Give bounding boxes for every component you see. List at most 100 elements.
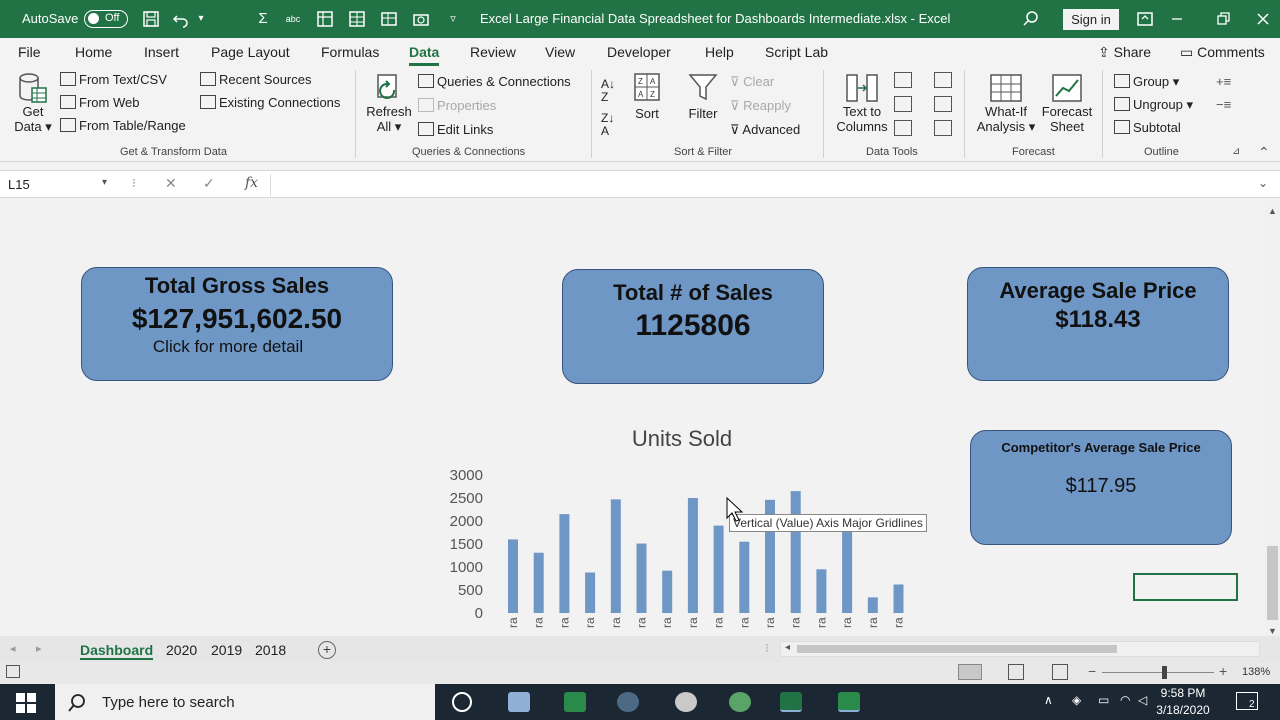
tab-view[interactable]: View (545, 44, 575, 60)
data-validation-icon[interactable] (894, 120, 912, 136)
tab-developer[interactable]: Developer (607, 44, 671, 60)
data-model-icon[interactable] (934, 120, 952, 136)
steam-icon[interactable] (617, 692, 639, 712)
refresh-all-button[interactable]: Refresh All ▾ (366, 72, 412, 135)
taskbar-search-box[interactable]: Type here to search (55, 684, 435, 720)
formula-bar-handle-icon[interactable]: ⁝ (132, 176, 136, 190)
sort-ascending-button[interactable]: A↓ Z (601, 78, 615, 104)
name-box[interactable]: L15 (4, 174, 114, 196)
notifications-icon[interactable]: 2 (1236, 692, 1258, 710)
gross-sales-card[interactable]: Total Gross Sales $127,951,602.50 Click … (81, 267, 393, 381)
from-text-csv-button[interactable]: From Text/CSV (60, 72, 167, 87)
sheet-view-icon[interactable] (380, 10, 398, 28)
new-sheet-icon[interactable]: + (318, 641, 336, 659)
tab-script-lab[interactable]: Script Lab (765, 44, 828, 60)
properties-button[interactable]: Properties (418, 98, 496, 113)
restore-icon[interactable] (1214, 10, 1232, 28)
filter-button[interactable]: Filter (684, 72, 722, 121)
avg-price-card[interactable]: Average Sale Price $118.43 (967, 267, 1229, 381)
network-icon[interactable]: ◠ (1120, 693, 1130, 707)
tab-formulas[interactable]: Formulas (321, 44, 379, 60)
ungroup-button[interactable]: Ungroup ▾ (1114, 97, 1193, 113)
scroll-tabs-right-icon[interactable]: ▸ (36, 642, 42, 655)
worksheet-area[interactable]: Total Gross Sales $127,951,602.50 Click … (0, 200, 1265, 636)
advanced-filter-button[interactable]: ⊽ Advanced (730, 122, 800, 138)
comments-button[interactable]: ▭ Comments (1180, 44, 1265, 61)
flash-fill-icon[interactable] (894, 72, 912, 88)
autosave-toggle[interactable]: Off (84, 10, 128, 28)
insert-function-icon[interactable]: fx (245, 175, 258, 191)
camtasia-recorder-icon[interactable] (838, 692, 860, 712)
competitor-price-card[interactable]: Competitor's Average Sale Price $117.95 (970, 430, 1232, 545)
save-icon[interactable] (142, 10, 160, 28)
from-table-button[interactable]: From Table/Range (60, 118, 186, 133)
clock-time[interactable]: 9:58 PM (1157, 686, 1209, 700)
tab-file[interactable]: File (18, 44, 41, 60)
chart-bar[interactable] (842, 529, 853, 613)
sheet-tab-2020[interactable]: 2020 (166, 642, 197, 658)
show-detail-icon[interactable]: +≡ (1216, 74, 1231, 89)
search-icon[interactable] (1022, 10, 1040, 28)
chart-bar[interactable] (867, 597, 878, 613)
chart-bar[interactable] (533, 552, 544, 613)
tab-split-handle-icon[interactable]: ⁝ (765, 641, 769, 655)
gross-sales-detail-link[interactable]: Click for more detail (82, 337, 374, 357)
enter-icon[interactable]: ✓ (203, 175, 215, 192)
page-layout-view-icon[interactable] (1008, 664, 1024, 680)
share-button[interactable]: ⇪ Share (1098, 44, 1151, 61)
app-icon[interactable] (675, 692, 697, 712)
what-if-button[interactable]: What-If Analysis ▾ (975, 72, 1037, 135)
horizontal-scrollbar[interactable]: ◂ (780, 641, 1260, 657)
clock-date[interactable]: 3/18/2020 (1148, 703, 1218, 717)
windows-start-icon[interactable] (16, 693, 36, 713)
reapply-button[interactable]: ⊽ Reapply (730, 98, 791, 114)
macro-record-icon[interactable] (6, 665, 20, 678)
chart-bar[interactable] (585, 572, 596, 613)
recent-sources-button[interactable]: Recent Sources (200, 72, 312, 87)
zoom-in-icon[interactable]: + (1219, 663, 1227, 679)
horizontal-scrollbar-thumb[interactable] (797, 645, 1117, 653)
outline-dialog-launcher-icon[interactable]: ⊿ (1232, 146, 1240, 157)
chart-bar[interactable] (662, 570, 673, 613)
close-icon[interactable] (1254, 10, 1272, 28)
vertical-scrollbar[interactable]: ▲ ▼ (1265, 200, 1280, 636)
zoom-slider[interactable] (1102, 672, 1214, 673)
task-view-icon[interactable] (508, 692, 530, 712)
chart-bar[interactable] (687, 498, 698, 613)
undo-dropdown-icon[interactable]: ▾ (192, 10, 210, 28)
form-icon[interactable] (316, 10, 334, 28)
subtotal-button[interactable]: Subtotal (1114, 120, 1181, 135)
sheet-tab-2018[interactable]: 2018 (255, 642, 286, 658)
tab-help[interactable]: Help (705, 44, 734, 60)
zoom-out-icon[interactable]: − (1088, 663, 1096, 679)
forecast-sheet-button[interactable]: Forecast Sheet (1040, 72, 1094, 134)
undo-icon[interactable] (172, 10, 190, 28)
chart-bar[interactable] (713, 525, 724, 613)
camtasia-icon[interactable] (564, 692, 586, 712)
table-icon[interactable] (348, 10, 366, 28)
tab-page-layout[interactable]: Page Layout (211, 44, 290, 60)
excel-taskbar-icon[interactable] (780, 692, 802, 712)
sheet-tab-2019[interactable]: 2019 (211, 642, 242, 658)
scroll-left-icon[interactable]: ◂ (785, 642, 790, 653)
chart-bar[interactable] (893, 584, 904, 613)
chrome-icon[interactable] (729, 692, 751, 712)
scroll-down-icon[interactable]: ▼ (1268, 626, 1277, 636)
selected-cell[interactable] (1133, 573, 1238, 601)
scroll-tabs-left-icon[interactable]: ◂ (10, 642, 16, 655)
sort-button[interactable]: ZAAZ Sort (630, 72, 664, 121)
collapse-ribbon-icon[interactable]: ⌃ (1258, 144, 1270, 161)
chart-bar[interactable] (816, 569, 827, 613)
volume-icon[interactable]: ◁ (1138, 693, 1147, 707)
existing-connections-button[interactable]: Existing Connections (200, 95, 340, 110)
autosum-icon[interactable]: Σ (254, 10, 272, 28)
text-to-columns-button[interactable]: Text to Columns (834, 72, 890, 134)
chart-bar[interactable] (610, 499, 621, 613)
page-break-view-icon[interactable] (1052, 664, 1068, 680)
formula-input[interactable] (270, 174, 1250, 196)
relationships-icon[interactable] (934, 96, 952, 112)
chart-bar[interactable] (636, 543, 647, 613)
tab-insert[interactable]: Insert (144, 44, 179, 60)
tab-home[interactable]: Home (75, 44, 112, 60)
tab-review[interactable]: Review (470, 44, 516, 60)
